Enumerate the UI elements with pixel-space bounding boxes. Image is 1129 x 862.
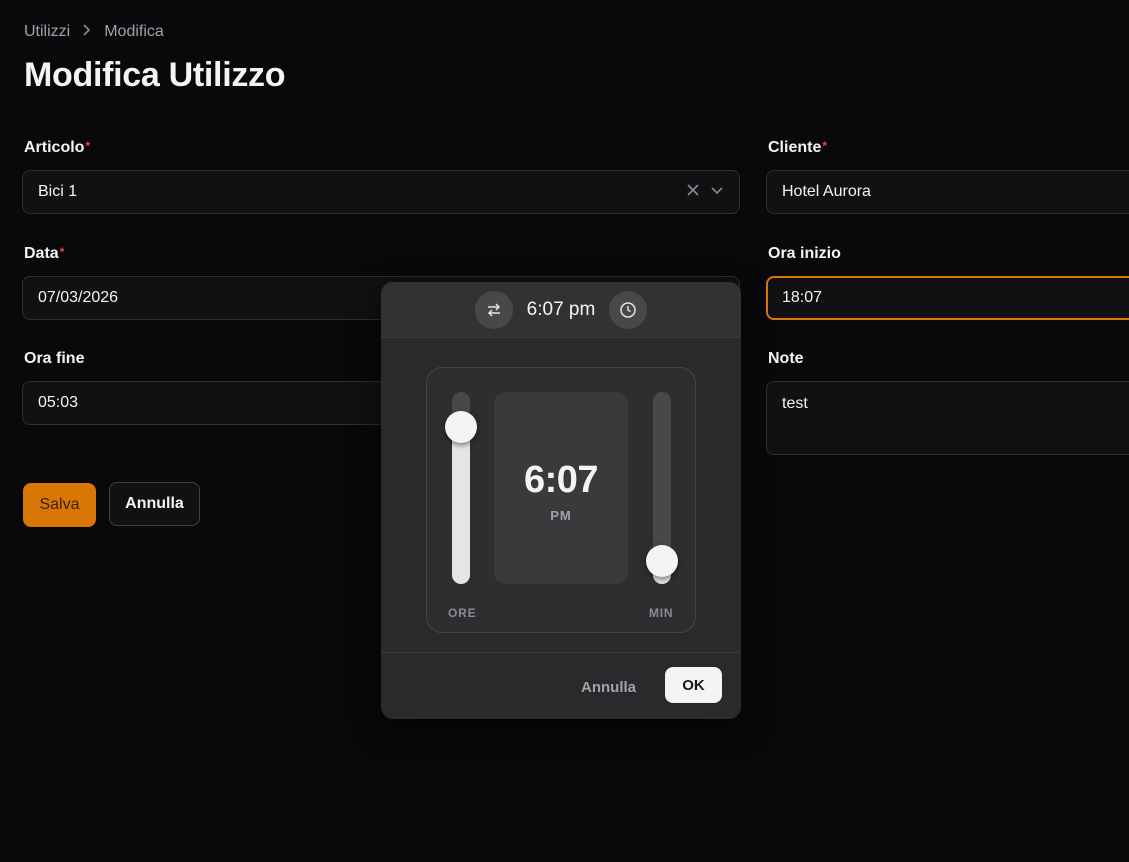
data-value: 07/03/2026 <box>38 289 119 306</box>
articolo-label: Articolo* <box>24 139 91 156</box>
required-marker: * <box>59 245 65 259</box>
cliente-value: Hotel Aurora <box>782 183 871 200</box>
minutes-label: MIN <box>649 606 674 620</box>
chevron-down-icon[interactable] <box>710 183 724 202</box>
ora-fine-label: Ora fine <box>24 350 85 367</box>
cliente-field[interactable]: Hotel Aurora <box>766 170 1129 214</box>
picker-ok-button[interactable]: OK <box>665 667 722 703</box>
cliente-label: Cliente* <box>768 139 828 156</box>
display-time: 6:07 <box>523 459 599 501</box>
breadcrumb: Utilizzi Modifica <box>24 23 164 41</box>
ora-inizio-value: 18:07 <box>782 289 823 306</box>
swap-arrows-icon[interactable] <box>474 290 513 329</box>
note-textarea[interactable]: test <box>766 381 1129 455</box>
hours-slider-thumb[interactable] <box>445 411 477 443</box>
time-picker-header: 6:07 pm <box>381 282 741 338</box>
picker-cancel-button[interactable]: Annulla <box>581 679 636 696</box>
time-picker-body: 6:07 PM ORE MIN <box>426 367 696 633</box>
clock-icon[interactable] <box>609 290 648 329</box>
clear-icon[interactable] <box>686 183 700 202</box>
ora-fine-value: 05:03 <box>38 394 79 411</box>
time-picker-footer: Annulla OK <box>381 652 741 719</box>
data-label: Data* <box>24 245 65 262</box>
save-button[interactable]: Salva <box>23 483 96 527</box>
hours-label: ORE <box>448 606 477 620</box>
time-picker-popover: 6:07 pm 6:07 PM ORE MIN Annulla OK <box>381 282 741 719</box>
required-marker: * <box>85 139 91 153</box>
ora-inizio-label: Ora inizio <box>768 245 841 262</box>
note-value: test <box>782 395 808 412</box>
breadcrumb-item-modifica: Modifica <box>104 23 164 40</box>
required-marker: * <box>822 139 828 153</box>
note-label: Note <box>768 350 804 367</box>
articolo-value: Bici 1 <box>38 183 78 200</box>
minutes-slider-thumb[interactable] <box>646 545 678 577</box>
articolo-select[interactable]: Bici 1 <box>22 170 740 214</box>
time-display: 6:07 PM <box>494 392 628 584</box>
ora-inizio-field[interactable]: 18:07 <box>766 276 1129 320</box>
page-title: Modifica Utilizzo <box>24 56 286 94</box>
period-label: PM <box>550 508 572 523</box>
chevron-right-icon <box>82 23 92 41</box>
breadcrumb-item-utilizzi[interactable]: Utilizzi <box>24 23 70 41</box>
cancel-button[interactable]: Annulla <box>109 482 200 526</box>
header-time: 6:07 pm <box>526 298 596 320</box>
hours-slider-fill <box>452 427 470 584</box>
